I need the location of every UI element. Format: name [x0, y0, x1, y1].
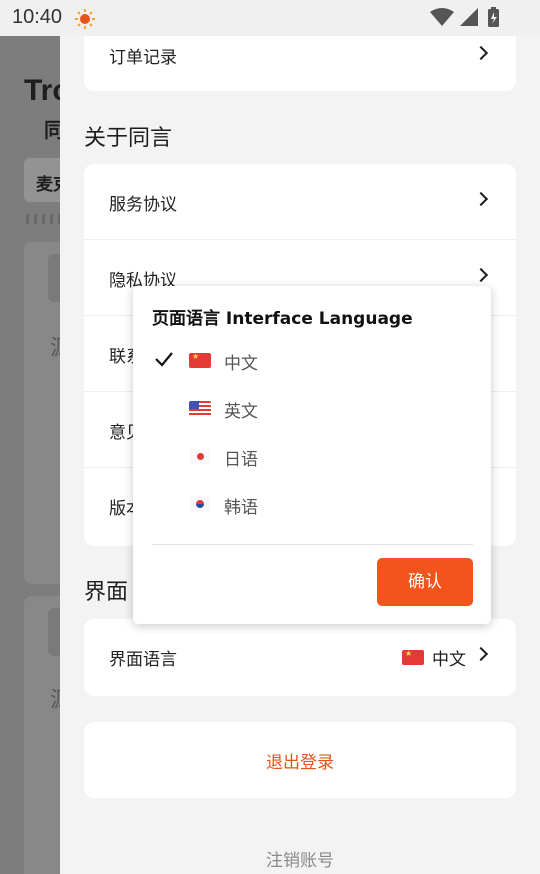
language-option-english[interactable]: 英文	[133, 386, 491, 430]
status-bar: 10:40	[0, 0, 540, 36]
option-label: 韩语	[224, 498, 258, 518]
language-option-chinese[interactable]: 中文	[133, 338, 491, 382]
chevron-right-icon	[473, 267, 489, 283]
jp-flag-icon	[189, 449, 211, 464]
background-card-thumb	[48, 254, 60, 302]
status-time: 10:40	[12, 6, 63, 28]
interface-section-title: 界面	[84, 580, 129, 605]
service-agreement-row[interactable]: 服务协议	[84, 164, 516, 240]
popup-title: 页面语言 Interface Language	[152, 309, 413, 329]
logout-label: 退出登录	[266, 753, 334, 773]
wifi-icon	[430, 8, 454, 26]
background-card-text: 源	[50, 330, 60, 362]
chevron-right-icon	[473, 45, 489, 61]
background-page-subtitle: 同	[44, 118, 60, 142]
background-divider	[26, 214, 60, 224]
signal-icon	[460, 8, 478, 26]
order-records-label: 订单记录	[109, 48, 177, 68]
interface-language-value-text: 中文	[432, 650, 466, 670]
background-chip: 麦克	[24, 158, 60, 202]
logout-button[interactable]: 退出登录	[84, 722, 516, 798]
chevron-right-icon	[473, 646, 489, 662]
us-flag-icon	[189, 401, 211, 416]
cancel-account-link[interactable]: 注销账号	[60, 846, 540, 871]
interface-language-row[interactable]: 界面语言 中文	[84, 619, 516, 695]
popup-divider	[152, 544, 473, 545]
row-label: 服务协议	[109, 195, 177, 215]
interface-language-label: 界面语言	[109, 650, 177, 670]
language-option-japanese[interactable]: 日语	[133, 434, 491, 478]
system-status-icons	[430, 7, 499, 27]
sun-icon	[75, 9, 95, 29]
background-card: 源	[24, 242, 60, 584]
background-card: 源	[24, 596, 60, 874]
chevron-right-icon	[473, 191, 489, 207]
language-option-korean[interactable]: 韩语	[133, 482, 491, 526]
background-page-overlay[interactable]: Tro 同 麦克 源 源	[0, 36, 60, 874]
option-label: 英文	[224, 402, 258, 422]
cn-flag-icon	[402, 650, 424, 665]
check-icon	[155, 352, 173, 367]
language-popup: 页面语言 Interface Language 中文 英文 日语 韩语 确认	[133, 286, 491, 624]
cn-flag-icon	[189, 353, 211, 368]
option-label: 日语	[224, 450, 258, 470]
about-section-title: 关于同言	[84, 126, 173, 151]
background-card-thumb	[48, 608, 60, 656]
interface-card: 界面语言 中文	[84, 619, 516, 696]
option-label: 中文	[224, 354, 258, 374]
confirm-button[interactable]: 确认	[377, 558, 473, 606]
background-card-text: 源	[50, 682, 60, 714]
kr-flag-icon	[189, 497, 211, 512]
background-page-title: Tro	[24, 74, 60, 107]
interface-language-value: 中文	[402, 645, 466, 670]
